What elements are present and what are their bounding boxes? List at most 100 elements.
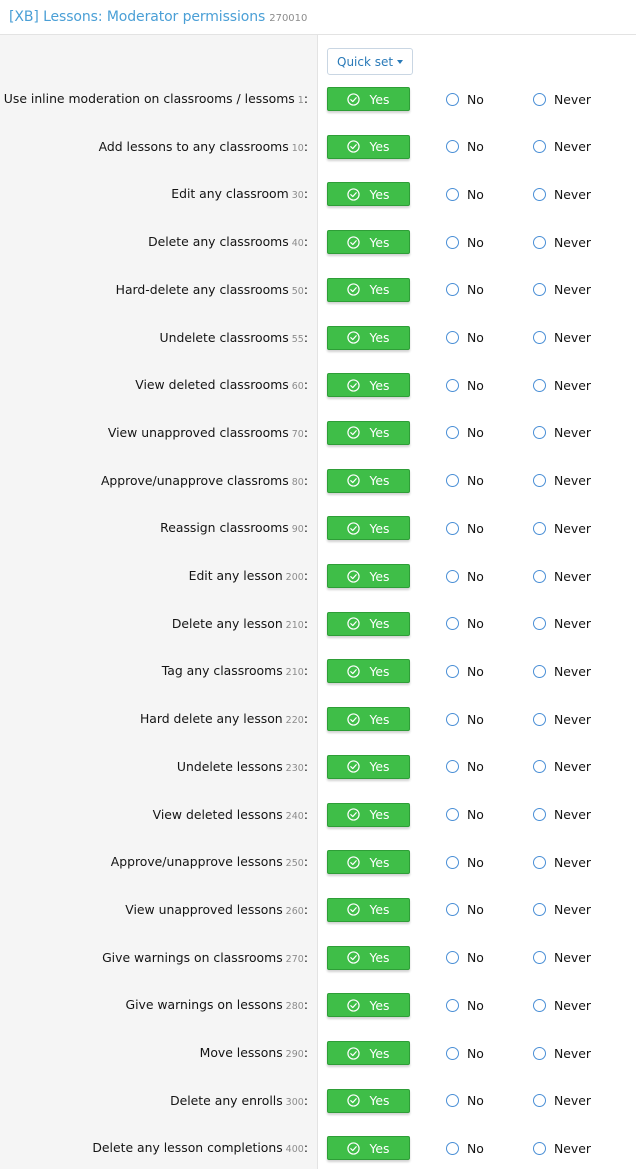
radio-icon[interactable] [446,903,459,917]
yes-option[interactable]: Yes [327,420,410,445]
radio-icon[interactable] [533,283,546,297]
yes-option[interactable]: Yes [327,325,410,350]
radio-icon[interactable] [446,1141,459,1155]
radio-icon[interactable] [446,378,459,392]
never-option[interactable]: Never [533,898,591,922]
radio-icon[interactable] [446,664,459,678]
never-option[interactable]: Never [533,326,591,350]
yes-option[interactable]: Yes [327,1041,410,1065]
no-option[interactable]: No [446,230,484,254]
radio-icon[interactable] [533,474,546,488]
never-option[interactable]: Never [533,803,591,827]
no-option[interactable]: No [446,421,484,445]
no-option[interactable]: No [446,659,484,683]
yes-option[interactable]: Yes [327,611,410,636]
yes-option[interactable]: Yes [327,850,410,875]
radio-icon[interactable] [533,1094,546,1108]
never-option[interactable]: Never [533,850,591,874]
radio-icon[interactable] [446,283,459,297]
radio-icon[interactable] [446,331,459,344]
yes-option[interactable]: Yes [327,659,410,684]
radio-icon[interactable] [533,903,546,917]
yes-option[interactable]: Yes [327,802,410,827]
never-option[interactable]: Never [533,993,591,1017]
no-option[interactable]: No [446,898,484,922]
radio-icon[interactable] [446,426,459,440]
no-option[interactable]: No [446,1041,484,1065]
yes-option[interactable]: Yes [327,754,410,779]
radio-icon[interactable] [446,569,459,583]
never-option[interactable]: Never [533,135,591,159]
never-option[interactable]: Never [533,659,591,683]
no-option[interactable]: No [446,278,484,302]
radio-icon[interactable] [446,235,459,249]
radio-icon[interactable] [533,140,546,154]
radio-icon[interactable] [446,1094,459,1108]
radio-icon[interactable] [446,760,459,774]
radio-icon[interactable] [533,426,546,440]
no-option[interactable]: No [446,516,484,540]
never-option[interactable]: Never [533,946,591,970]
radio-icon[interactable] [533,235,546,249]
radio-icon[interactable] [533,855,546,869]
never-option[interactable]: Never [533,707,591,731]
radio-icon[interactable] [446,474,459,488]
no-option[interactable]: No [446,182,484,206]
radio-icon[interactable] [446,140,459,154]
radio-icon[interactable] [533,331,546,344]
radio-icon[interactable] [446,712,459,726]
yes-option[interactable]: Yes [327,373,410,398]
yes-option[interactable]: Yes [327,897,410,922]
radio-icon[interactable] [533,808,546,821]
radio-icon[interactable] [446,998,459,1012]
no-option[interactable]: No [446,373,484,397]
radio-icon[interactable] [533,760,546,774]
yes-option[interactable]: Yes [327,945,410,970]
yes-option[interactable]: Yes [327,707,410,732]
no-option[interactable]: No [446,850,484,874]
no-option[interactable]: No [446,612,484,636]
yes-option[interactable]: Yes [327,564,410,588]
no-option[interactable]: No [446,755,484,779]
radio-icon[interactable] [533,521,546,535]
never-option[interactable]: Never [533,230,591,254]
yes-option[interactable]: Yes [327,993,410,1018]
yes-option[interactable]: Yes [327,182,410,207]
radio-icon[interactable] [533,378,546,392]
no-option[interactable]: No [446,946,484,970]
no-option[interactable]: No [446,87,484,111]
radio-icon[interactable] [533,92,546,106]
no-option[interactable]: No [446,1136,484,1160]
no-option[interactable]: No [446,469,484,493]
radio-icon[interactable] [533,998,546,1012]
no-option[interactable]: No [446,135,484,159]
yes-option[interactable]: Yes [327,1088,410,1113]
radio-icon[interactable] [446,808,459,821]
never-option[interactable]: Never [533,182,591,206]
radio-icon[interactable] [533,569,546,583]
never-option[interactable]: Never [533,421,591,445]
radio-icon[interactable] [533,617,546,631]
radio-icon[interactable] [533,712,546,726]
radio-icon[interactable] [533,664,546,678]
page-title[interactable]: [XB] Lessons: Moderator permissions [9,9,265,25]
never-option[interactable]: Never [533,1089,591,1113]
no-option[interactable]: No [446,707,484,731]
yes-option[interactable]: Yes [327,87,410,111]
no-option[interactable]: No [446,803,484,827]
radio-icon[interactable] [533,951,546,965]
never-option[interactable]: Never [533,469,591,493]
radio-icon[interactable] [446,521,459,535]
radio-icon[interactable] [446,92,459,106]
radio-icon[interactable] [533,1141,546,1155]
yes-option[interactable]: Yes [327,1136,410,1161]
quick-set-button[interactable]: Quick set [327,48,414,75]
never-option[interactable]: Never [533,564,591,588]
radio-icon[interactable] [533,1046,546,1060]
yes-option[interactable]: Yes [327,134,410,159]
yes-option[interactable]: Yes [327,277,410,302]
radio-icon[interactable] [446,1046,459,1060]
never-option[interactable]: Never [533,755,591,779]
never-option[interactable]: Never [533,373,591,397]
no-option[interactable]: No [446,1089,484,1113]
